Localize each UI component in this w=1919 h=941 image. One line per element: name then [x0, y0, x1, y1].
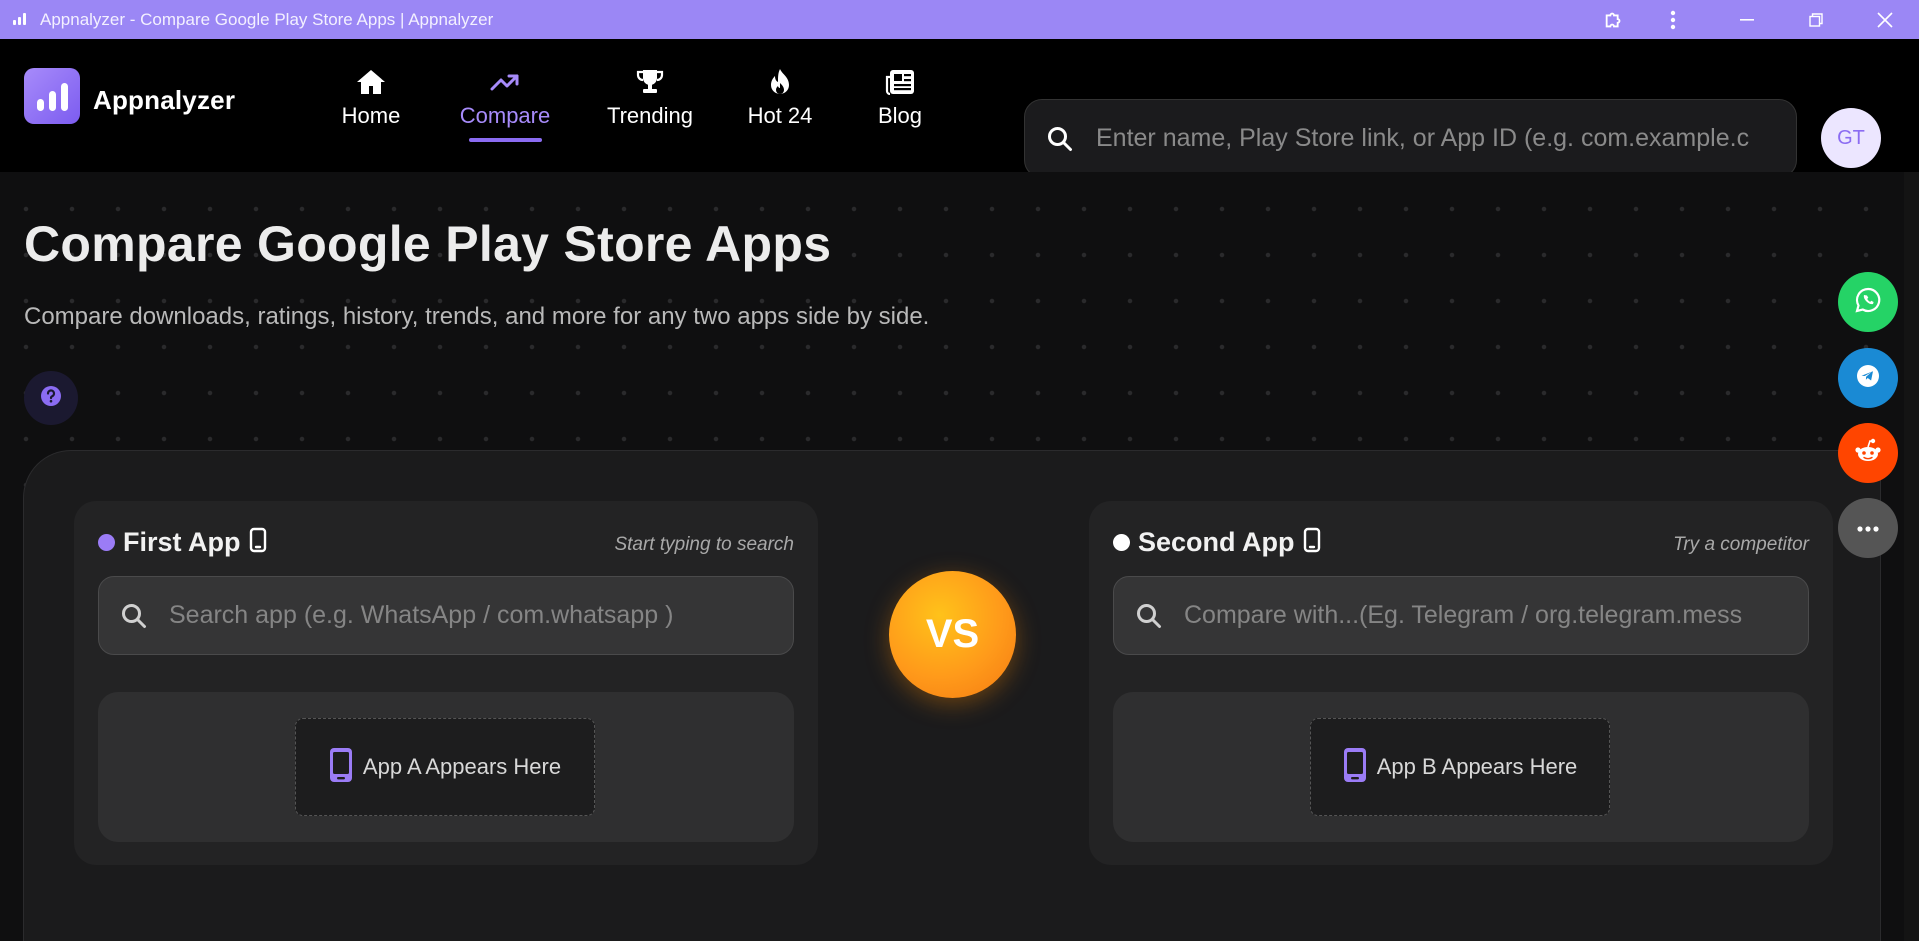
first-app-slot: App A Appears Here — [98, 692, 794, 842]
second-app-search[interactable] — [1113, 576, 1809, 655]
nav-home[interactable]: Home — [341, 67, 401, 147]
share-reddit-button[interactable] — [1838, 423, 1898, 483]
more-vertical-icon[interactable] — [1656, 6, 1690, 34]
second-app-panel: Second App Try a competitor App B Appear… — [1089, 501, 1833, 865]
search-icon — [121, 603, 147, 634]
smartphone-icon — [249, 527, 267, 558]
site-header: Appnalyzer Home Compare Trending Hot 24 … — [0, 39, 1919, 178]
smartphone-icon — [329, 747, 353, 788]
search-icon — [1047, 126, 1073, 157]
page-scrollbar[interactable] — [1904, 172, 1919, 941]
app-b-placeholder: App B Appears Here — [1310, 718, 1610, 816]
app-b-label: App B Appears Here — [1376, 754, 1578, 779]
trophy-icon — [636, 67, 664, 97]
close-button[interactable] — [1868, 6, 1902, 34]
second-app-hint: Try a competitor — [1673, 534, 1809, 555]
home-icon — [356, 67, 386, 97]
nav-compare[interactable]: Compare — [453, 67, 557, 147]
window-titlebar: Appnalyzer - Compare Google Play Store A… — [0, 0, 1919, 39]
restore-button[interactable] — [1799, 6, 1833, 34]
global-search-input[interactable] — [1096, 100, 1786, 177]
smartphone-icon — [1303, 527, 1321, 558]
trending-up-icon — [490, 67, 520, 97]
telegram-icon — [1855, 363, 1881, 394]
window-title: Appnalyzer - Compare Google Play Store A… — [40, 10, 494, 29]
vs-badge: VS — [889, 571, 1016, 698]
second-app-dot — [1113, 534, 1130, 551]
nav-trending[interactable]: Trending — [602, 67, 698, 147]
help-button[interactable] — [24, 371, 78, 425]
avatar[interactable]: GT — [1821, 108, 1881, 168]
second-app-header: Second App — [1113, 527, 1321, 558]
app-a-label: App A Appears Here — [362, 754, 562, 779]
share-whatsapp-button[interactable] — [1838, 272, 1898, 332]
first-app-search[interactable] — [98, 576, 794, 655]
more-horizontal-icon — [1857, 519, 1879, 537]
brand-name[interactable]: Appnalyzer — [93, 85, 235, 116]
first-app-header: First App — [98, 527, 267, 558]
page-subtitle: Compare downloads, ratings, history, tre… — [24, 303, 930, 330]
share-telegram-button[interactable] — [1838, 348, 1898, 408]
reddit-icon — [1853, 438, 1883, 469]
compare-card: First App Start typing to search App A A… — [23, 450, 1881, 941]
app-a-placeholder: App A Appears Here — [295, 718, 595, 816]
second-app-slot: App B Appears Here — [1113, 692, 1809, 842]
newspaper-icon — [885, 67, 915, 97]
whatsapp-icon — [1855, 287, 1881, 318]
first-app-dot — [98, 534, 115, 551]
nav-blog[interactable]: Blog — [872, 67, 928, 147]
nav-active-indicator — [469, 138, 542, 142]
second-app-title: Second App — [1138, 527, 1295, 557]
global-search[interactable] — [1024, 99, 1797, 178]
question-circle-icon — [40, 385, 62, 412]
nav-hot24[interactable]: Hot 24 — [743, 67, 817, 147]
minimize-button[interactable] — [1730, 6, 1764, 34]
share-more-button[interactable] — [1838, 498, 1898, 558]
first-app-panel: First App Start typing to search App A A… — [74, 501, 818, 865]
page-title: Compare Google Play Store Apps — [24, 216, 832, 272]
first-app-hint: Start typing to search — [614, 534, 794, 555]
app-bars-icon — [13, 13, 29, 25]
logo-icon[interactable] — [24, 68, 80, 124]
first-app-search-input[interactable] — [169, 577, 779, 654]
search-icon — [1136, 603, 1162, 634]
smartphone-icon — [1343, 747, 1367, 788]
first-app-title: First App — [123, 527, 241, 557]
flame-icon — [768, 67, 792, 97]
second-app-search-input[interactable] — [1184, 577, 1794, 654]
extensions-icon[interactable] — [1597, 6, 1631, 34]
main-content: Compare Google Play Store Apps Compare d… — [0, 172, 1904, 941]
